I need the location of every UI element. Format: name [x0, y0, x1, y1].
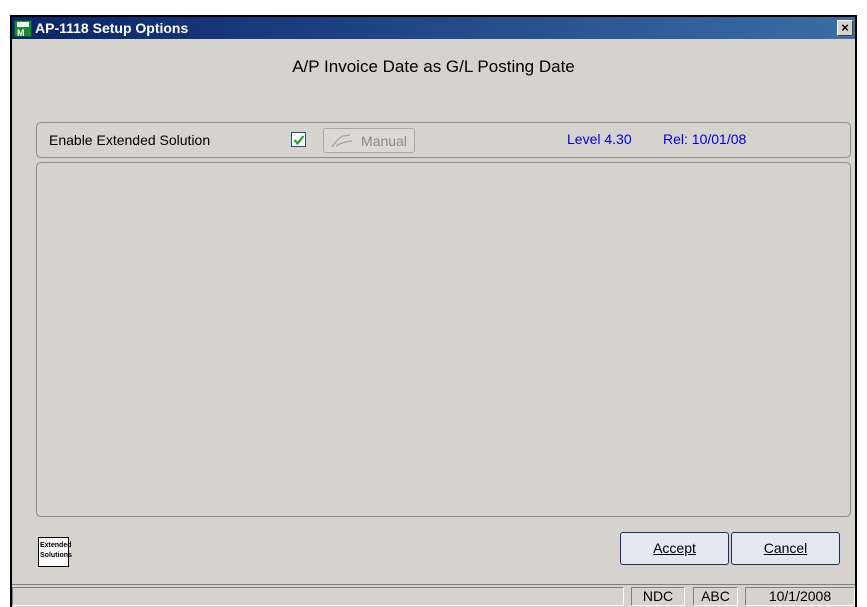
content-panel [36, 162, 851, 517]
manual-icon [331, 134, 353, 148]
status-company-code: NDC [631, 587, 685, 606]
manual-label: Manual [361, 133, 407, 149]
enable-extended-solution-label: Enable Extended Solution [49, 132, 211, 148]
enable-extended-solution-checkbox[interactable] [291, 132, 306, 147]
status-user: ABC [693, 587, 738, 606]
status-date: 10/1/2008 [745, 587, 855, 606]
app-icon: M [14, 20, 32, 38]
accept-label: Accept [653, 540, 696, 556]
status-bar: NDC ABC 10/1/2008 [12, 584, 855, 607]
accept-button[interactable]: Accept [620, 532, 729, 565]
level-text: Level 4.30 [567, 131, 632, 147]
logo-line-1: Extended [40, 542, 72, 549]
title-bar[interactable]: M AP-1118 Setup Options × [12, 17, 855, 39]
release-date-text: Rel: 10/01/08 [663, 131, 747, 147]
options-panel: Enable Extended Solution Manual Level 4.… [36, 122, 851, 158]
close-button[interactable]: × [837, 20, 853, 36]
extended-solutions-logo: Extended Solutions [38, 537, 72, 567]
checkmark-icon [293, 135, 305, 146]
close-icon: × [841, 20, 849, 35]
window-title: AP-1118 Setup Options [35, 20, 189, 36]
cancel-button[interactable]: Cancel [731, 532, 840, 565]
page-title: A/P Invoice Date as G/L Posting Date [292, 57, 575, 76]
logo-line-2: Solutions [40, 552, 72, 559]
setup-options-window: M AP-1118 Setup Options × A/P Invoice Da… [10, 15, 857, 607]
cancel-label: Cancel [763, 540, 808, 556]
manual-button[interactable]: Manual [323, 128, 415, 153]
status-main [12, 587, 624, 606]
